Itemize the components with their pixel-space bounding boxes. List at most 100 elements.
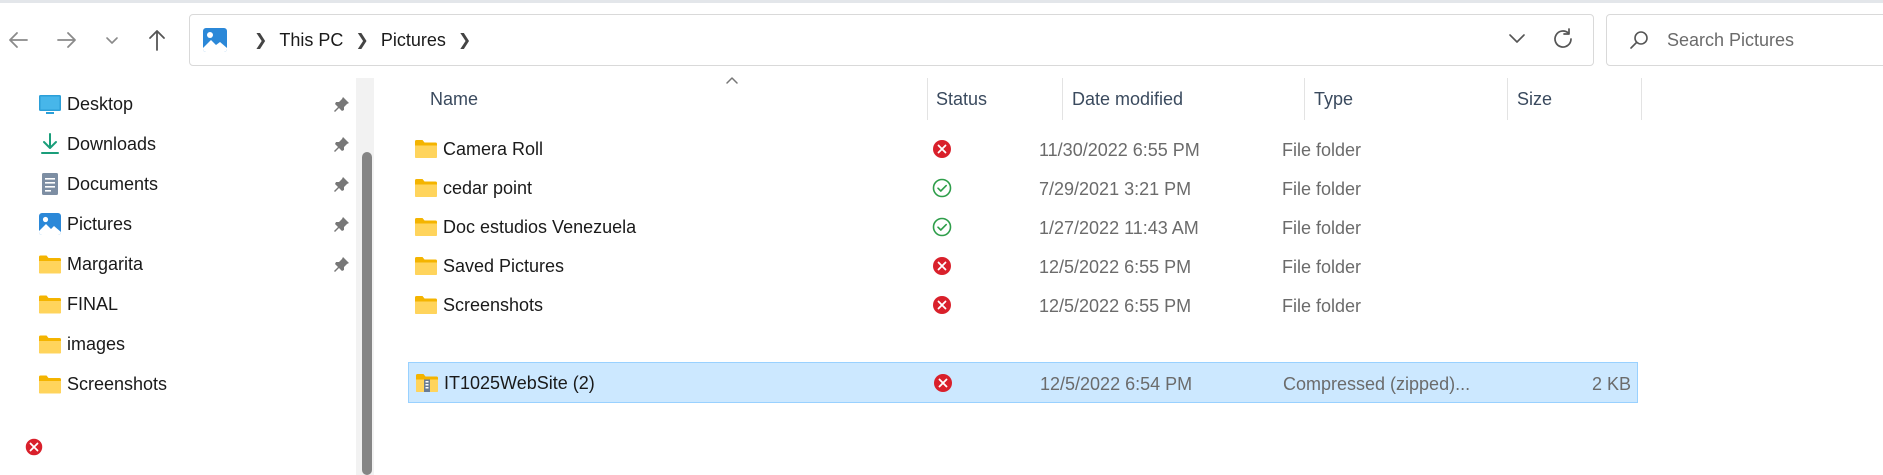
column-header-date-modified[interactable]: Date modified	[1072, 78, 1302, 122]
file-name[interactable]: Camera Roll	[443, 139, 543, 160]
breadcrumb-this-pc[interactable]: This PC	[279, 30, 343, 51]
sidebar-item-label: Pictures	[67, 214, 133, 234]
sidebar-item-label: Screenshots	[67, 374, 168, 394]
column-header-status[interactable]: Status	[936, 78, 1046, 122]
sidebar-item-label: FINAL	[67, 294, 119, 314]
column-header-label: Name	[430, 89, 479, 109]
breadcrumb-pictures[interactable]: Pictures	[381, 30, 446, 51]
sidebar-item-images[interactable]: images	[0, 324, 360, 364]
sidebar-item-margarita[interactable]: Margarita	[0, 244, 360, 284]
file-date-modified: 7/29/2021 3:21 PM	[1039, 179, 1192, 199]
sidebar-item-screenshots[interactable]: Screenshots	[0, 364, 360, 404]
sync-error-icon	[933, 296, 951, 314]
file-date-modified: 12/5/2022 6:54 PM	[1040, 374, 1193, 394]
file-row[interactable]: Saved Pictures 12/5/2022 6:55 PM File fo…	[408, 246, 1638, 287]
folder-icon	[415, 179, 437, 197]
pictures-icon	[203, 28, 227, 52]
column-header-label: Date modified	[1072, 89, 1184, 109]
folder-icon	[415, 218, 437, 236]
sync-error-icon	[24, 437, 44, 457]
file-row[interactable]: Camera Roll 11/30/2022 6:55 PM File fold…	[408, 129, 1638, 170]
synced-check-icon	[932, 217, 952, 237]
file-name[interactable]: Screenshots	[443, 295, 543, 316]
sidebar-item-documents[interactable]: Documents	[0, 164, 360, 204]
search-icon	[1630, 31, 1648, 49]
sidebar-item-pictures[interactable]: Pictures	[0, 204, 360, 244]
search-box[interactable]: Search Pictures	[1606, 14, 1883, 66]
file-date-modified: 12/5/2022 6:55 PM	[1039, 257, 1192, 277]
zip-folder-icon	[416, 374, 438, 392]
pictures-icon	[39, 213, 61, 235]
file-type: File folder	[1282, 257, 1362, 277]
file-row[interactable]: cedar point 7/29/2021 3:21 PM File folde…	[408, 168, 1638, 209]
sidebar-item-label: images	[67, 334, 126, 354]
column-header-label: Status	[936, 89, 988, 109]
column-header-label: Type	[1314, 89, 1354, 109]
column-resize-handle[interactable]	[1641, 78, 1642, 120]
sync-error-icon	[933, 257, 951, 275]
file-type: File folder	[1282, 218, 1362, 238]
column-resize-handle[interactable]	[1304, 78, 1305, 120]
file-name[interactable]: cedar point	[443, 178, 532, 199]
address-bar[interactable]: ❯ This PC ❯ Pictures ❯	[189, 14, 1594, 66]
sidebar-item-desktop[interactable]: Desktop	[0, 84, 360, 124]
folder-icon	[39, 295, 61, 314]
sync-error-icon	[933, 140, 951, 158]
file-date-modified: 11/30/2022 6:55 PM	[1039, 140, 1200, 160]
column-resize-handle[interactable]	[1507, 78, 1508, 120]
folder-icon	[39, 375, 61, 394]
sort-ascending-icon	[726, 77, 738, 84]
back-button[interactable]	[0, 22, 36, 58]
column-header-name[interactable]: Name	[430, 77, 920, 122]
folder-icon	[415, 140, 437, 158]
folder-icon	[39, 335, 61, 354]
up-button[interactable]	[139, 22, 175, 58]
pin-icon[interactable]	[332, 96, 350, 114]
sidebar-scrollbar-thumb[interactable]	[362, 152, 372, 475]
arrow-up-icon	[149, 30, 165, 51]
breadcrumb-separator[interactable]: ❯	[458, 30, 471, 50]
sync-error-icon	[934, 374, 952, 392]
breadcrumb-separator: ❯	[254, 32, 268, 49]
navigation-bar: ❯ This PC ❯ Pictures ❯ Search Pictures	[0, 0, 1883, 78]
pin-icon[interactable]	[332, 136, 350, 154]
folder-icon	[415, 257, 437, 275]
breadcrumb-separator[interactable]: ❯	[355, 30, 368, 50]
file-name[interactable]: Saved Pictures	[443, 256, 564, 277]
arrow-left-icon	[9, 32, 28, 48]
arrow-right-icon	[57, 32, 76, 48]
column-header-size[interactable]: Size	[1517, 78, 1637, 122]
file-type: Compressed (zipped)...	[1283, 374, 1471, 394]
forward-button[interactable]	[49, 22, 85, 58]
pin-icon[interactable]	[332, 216, 350, 234]
sidebar-item-final[interactable]: FINAL	[0, 284, 360, 324]
file-date-modified: 1/27/2022 11:43 AM	[1039, 218, 1199, 238]
recent-locations-button[interactable]	[94, 22, 130, 58]
file-row-selected[interactable]: IT1025WebSite (2) 12/5/2022 6:54 PM Comp…	[408, 362, 1638, 403]
folder-icon	[39, 255, 61, 274]
search-placeholder[interactable]: Search Pictures	[1667, 30, 1794, 51]
sidebar-item-downloads[interactable]: Downloads	[0, 124, 360, 164]
file-row[interactable]: Doc estudios Venezuela 1/27/2022 11:43 A…	[408, 207, 1638, 248]
file-type: File folder	[1282, 179, 1362, 199]
file-type: File folder	[1282, 140, 1362, 160]
file-size: 2 KB	[1591, 374, 1631, 394]
column-resize-handle[interactable]	[927, 78, 928, 120]
column-resize-handle[interactable]	[1062, 78, 1063, 120]
folder-icon	[415, 296, 437, 314]
file-name[interactable]: Doc estudios Venezuela	[443, 217, 636, 238]
address-history-chevron-icon[interactable]	[1507, 29, 1527, 49]
file-list: Name Status Date modified Type Size Came…	[374, 77, 1883, 475]
pin-icon[interactable]	[332, 256, 350, 274]
file-name[interactable]: IT1025WebSite (2)	[444, 373, 595, 394]
pin-icon[interactable]	[332, 176, 350, 194]
column-header-type[interactable]: Type	[1314, 78, 1504, 122]
file-row[interactable]: Screenshots 12/5/2022 6:55 PM File folde…	[408, 285, 1638, 326]
refresh-icon[interactable]	[1551, 27, 1575, 51]
sidebar-item-label: Downloads	[67, 134, 157, 154]
documents-icon	[42, 173, 58, 195]
column-header-label: Size	[1517, 89, 1553, 109]
synced-check-icon	[932, 178, 952, 198]
desktop-icon	[39, 95, 61, 114]
sidebar-item-label: Margarita	[67, 254, 144, 274]
